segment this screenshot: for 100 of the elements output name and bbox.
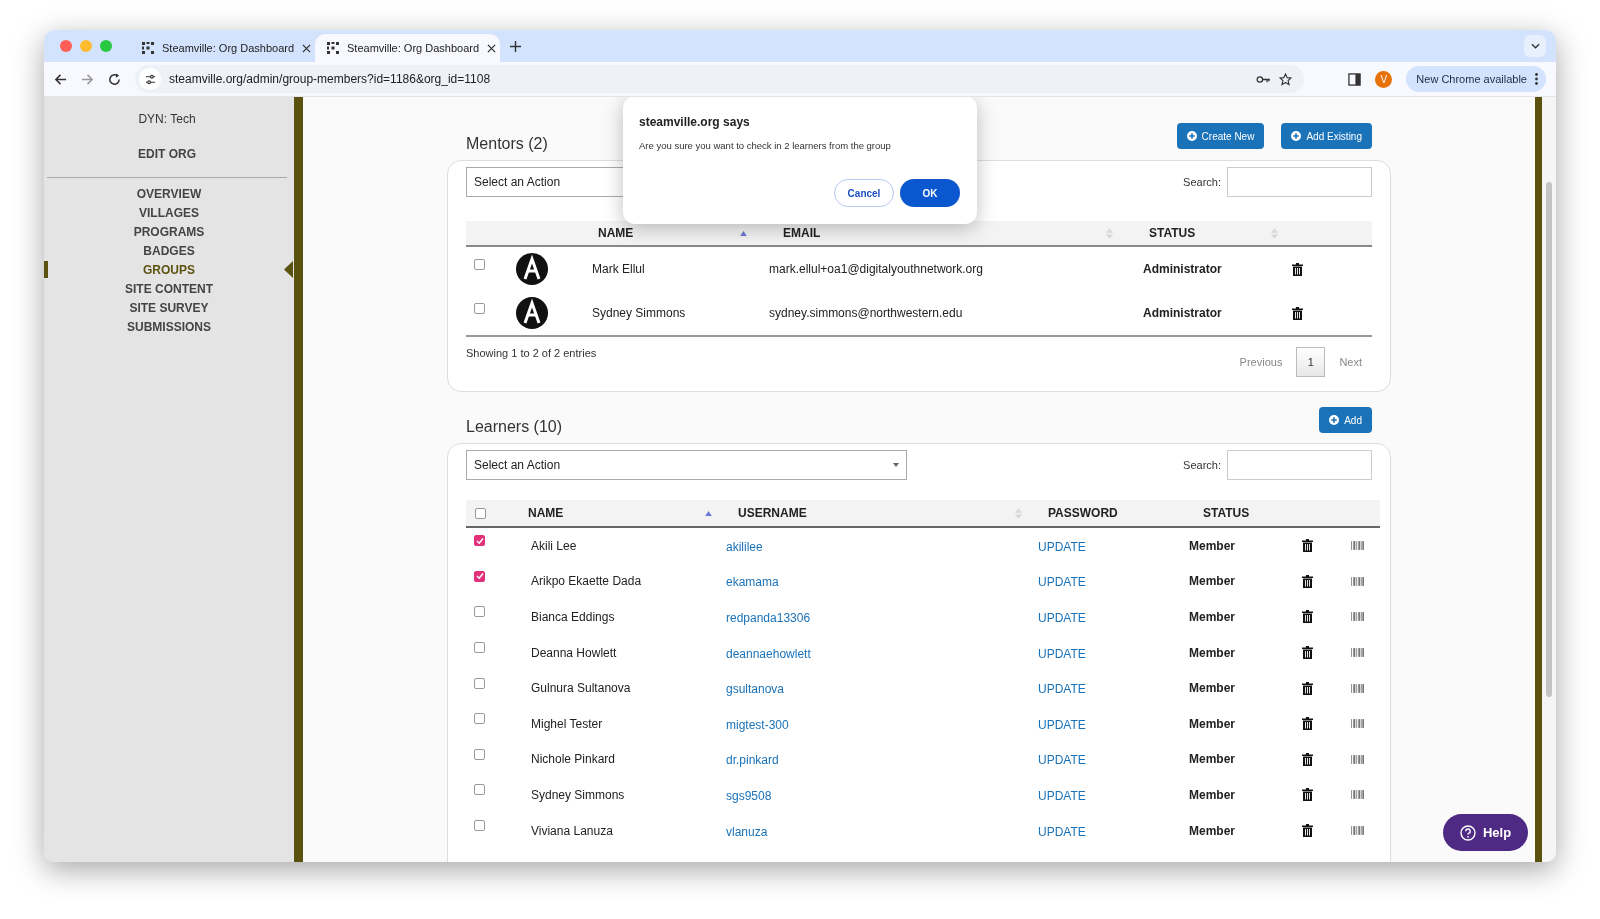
column-header[interactable]: EMAIL: [761, 221, 1127, 245]
trash-icon[interactable]: [1302, 646, 1313, 660]
update-password-link[interactable]: UPDATE: [1038, 788, 1086, 803]
checkbox[interactable]: [474, 820, 485, 832]
help-button[interactable]: Help: [1443, 814, 1528, 851]
username-link[interactable]: vlanuza: [726, 824, 768, 839]
create-new-button[interactable]: Create New: [1176, 123, 1265, 149]
barcode-icon[interactable]: [1351, 719, 1364, 729]
username-link[interactable]: akililee: [726, 539, 763, 554]
sidebar-item[interactable]: GROUPS: [143, 260, 195, 279]
column-header[interactable]: NAME: [576, 221, 761, 245]
close-icon[interactable]: [487, 43, 497, 53]
checkbox[interactable]: [474, 535, 485, 547]
action-select[interactable]: Select an Action: [466, 450, 907, 480]
column-header[interactable]: STATUS: [1181, 500, 1301, 526]
column-header[interactable]: STATUS: [1127, 221, 1292, 245]
side-panel-icon[interactable]: [1348, 72, 1362, 86]
barcode-icon[interactable]: [1351, 612, 1364, 622]
checkbox[interactable]: [474, 677, 485, 689]
forward-icon[interactable]: [81, 72, 94, 86]
checkbox[interactable]: [475, 507, 486, 519]
sort-ascending-icon[interactable]: [740, 230, 747, 236]
browser-tab[interactable]: Steamville: Org Dashboard: [130, 34, 315, 62]
barcode-icon[interactable]: [1351, 826, 1364, 836]
previous-link[interactable]: Previous: [1239, 353, 1283, 371]
trash-icon[interactable]: [1292, 306, 1303, 320]
username-link[interactable]: dr.pinkard: [726, 753, 779, 768]
table-cell-text: Member: [1188, 751, 1236, 769]
barcode-icon[interactable]: [1351, 790, 1364, 800]
username-link[interactable]: deannaehowlett: [726, 646, 811, 661]
update-chrome-button[interactable]: New Chrome available: [1406, 66, 1546, 92]
trash-icon[interactable]: [1302, 717, 1313, 731]
barcode-icon[interactable]: [1351, 754, 1364, 764]
trash-icon[interactable]: [1302, 788, 1313, 802]
username-link[interactable]: sgs9508: [726, 788, 772, 803]
address-bar[interactable]: steamville.org/admin/group-members?id=1186&org_id=1108: [135, 65, 1305, 93]
sidebar-item[interactable]: PROGRAMS: [133, 222, 205, 241]
sidebar-item[interactable]: SITE CONTENT: [125, 279, 213, 298]
update-password-link[interactable]: UPDATE: [1038, 539, 1086, 554]
update-password-link[interactable]: UPDATE: [1038, 575, 1086, 590]
add-button[interactable]: Add: [1319, 407, 1372, 433]
cancel-button[interactable]: Cancel: [834, 179, 894, 208]
update-password-link[interactable]: UPDATE: [1038, 717, 1086, 732]
tab-search-button[interactable]: [1524, 35, 1546, 57]
back-icon[interactable]: [54, 72, 67, 86]
close-icon[interactable]: [302, 43, 312, 53]
update-password-link[interactable]: UPDATE: [1038, 753, 1086, 768]
sidebar-item[interactable]: OVERVIEW: [136, 184, 202, 203]
search-field[interactable]: [1227, 450, 1372, 480]
page-button[interactable]: 1: [1296, 347, 1326, 377]
star-icon[interactable]: [1279, 72, 1293, 86]
search-field[interactable]: [1227, 167, 1372, 197]
barcode-icon[interactable]: [1351, 541, 1364, 551]
username-link[interactable]: redpanda13306: [726, 611, 811, 625]
sidebar-item[interactable]: BADGES: [143, 241, 195, 260]
barcode-icon[interactable]: [1351, 683, 1364, 693]
ok-button[interactable]: OK: [900, 179, 960, 208]
update-password-link[interactable]: UPDATE: [1038, 646, 1086, 661]
next-link[interactable]: Next: [1339, 353, 1362, 371]
trash-icon[interactable]: [1302, 574, 1313, 588]
browser-tab[interactable]: Steamville: Org Dashboard: [315, 34, 500, 62]
key-icon[interactable]: [1256, 74, 1272, 84]
trash-icon[interactable]: [1302, 752, 1313, 766]
new-tab-icon[interactable]: [510, 40, 521, 52]
barcode-icon[interactable]: [1351, 648, 1364, 658]
update-password-link[interactable]: UPDATE: [1038, 824, 1086, 839]
checkbox[interactable]: [474, 302, 485, 314]
column-header[interactable]: PASSWORD: [1026, 500, 1181, 526]
update-password-link[interactable]: UPDATE: [1038, 611, 1086, 625]
barcode-icon[interactable]: [1351, 576, 1364, 586]
trash-icon[interactable]: [1302, 824, 1313, 838]
checkbox[interactable]: [474, 784, 485, 796]
trash-icon[interactable]: [1302, 539, 1313, 553]
checkbox[interactable]: [474, 713, 485, 725]
username-link[interactable]: ekamama: [726, 575, 779, 590]
checkbox[interactable]: [474, 642, 485, 654]
username-link[interactable]: gsultanova: [726, 682, 785, 697]
sidebar-item[interactable]: SUBMISSIONS: [127, 317, 211, 336]
add-existing-button[interactable]: Add Existing: [1281, 123, 1372, 149]
window-control-icon[interactable]: [60, 40, 72, 52]
username-link[interactable]: migtest-300: [726, 717, 789, 732]
edit-org-link[interactable]: EDIT ORG: [138, 145, 196, 163]
table-cell-text: Member: [1188, 822, 1236, 840]
column-header[interactable]: USERNAME: [716, 500, 1026, 526]
sidebar-item[interactable]: SITE SURVEY: [129, 298, 209, 317]
sidebar-item[interactable]: VILLAGES: [139, 203, 199, 222]
tab-title: Steamville: Org Dashboard: [162, 40, 295, 56]
site-settings-button[interactable]: [139, 68, 161, 90]
update-password-link[interactable]: UPDATE: [1038, 682, 1086, 697]
checkbox[interactable]: [474, 606, 485, 618]
column-header[interactable]: NAME: [506, 500, 716, 526]
checkbox[interactable]: [474, 748, 485, 760]
sort-ascending-icon[interactable]: [705, 510, 712, 516]
trash-icon[interactable]: [1292, 262, 1303, 276]
checkbox[interactable]: [474, 258, 485, 270]
checkbox[interactable]: [474, 570, 485, 582]
trash-icon[interactable]: [1302, 610, 1313, 624]
reload-icon[interactable]: [108, 72, 121, 86]
scrollbar-thumb[interactable]: [1546, 182, 1552, 697]
trash-icon[interactable]: [1302, 681, 1313, 695]
